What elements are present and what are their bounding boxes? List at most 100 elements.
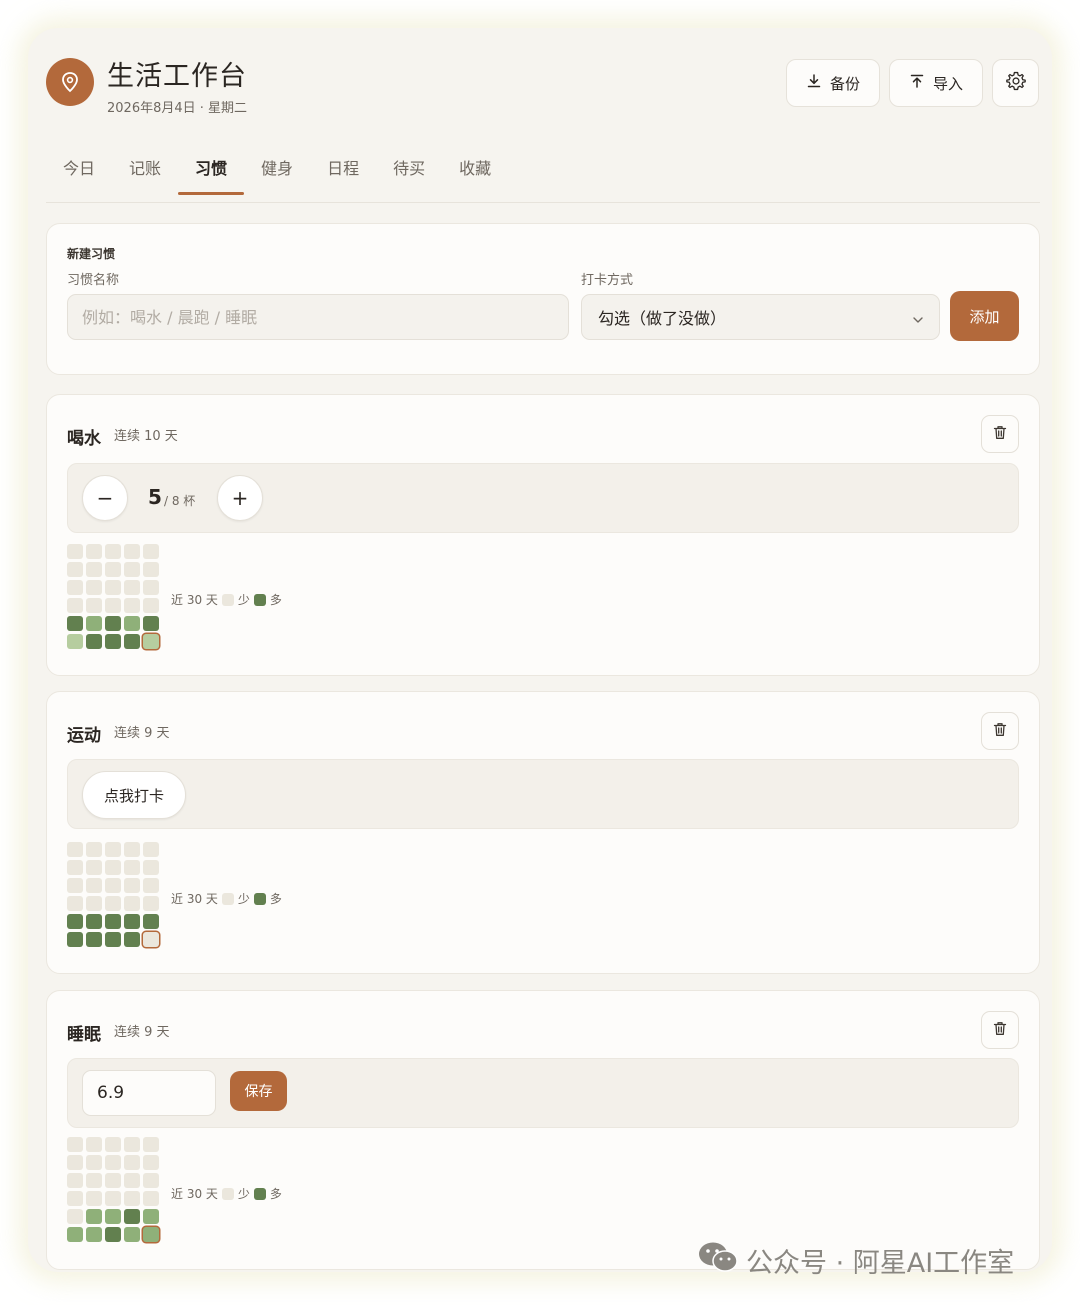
heatmap-cell-today (143, 1227, 159, 1242)
legend-swatch-more (253, 593, 266, 606)
heatmap-cell (105, 634, 121, 649)
check-mode-select[interactable]: 勾选（做了没做） (581, 294, 940, 340)
heatmap-cell (86, 580, 102, 595)
tab-accounting[interactable]: 记账 (112, 156, 178, 196)
habit-counter-panel: − 5 / 8 杯 + (67, 463, 1019, 533)
heatmap-cell (105, 1227, 121, 1242)
heatmap-cell (124, 932, 140, 947)
heatmap-cell (67, 580, 83, 595)
tab-shopping[interactable]: 待买 (376, 156, 442, 196)
heatmap-legend: 近 30 天 少 多 (171, 890, 282, 907)
tab-schedule[interactable]: 日程 (310, 156, 376, 196)
import-label: 导入 (932, 74, 963, 93)
delete-habit-button[interactable] (981, 1011, 1019, 1049)
legend-swatch-less (221, 593, 234, 606)
heatmap-cell (105, 1209, 121, 1224)
heatmap-cell (67, 860, 83, 875)
heatmap-cell (143, 1173, 159, 1188)
delete-habit-button[interactable] (981, 712, 1019, 750)
heatmap-cell (105, 544, 121, 559)
heatmap-cell (86, 914, 102, 929)
check-mode-value: 勾选（做了没做） (598, 309, 727, 328)
heatmap-cell (67, 1209, 83, 1224)
habit-name-label: 习惯名称 (67, 273, 120, 288)
upload-icon (909, 73, 925, 93)
legend-range: 近 30 天 (171, 1187, 218, 1201)
heatmap-cell (86, 634, 102, 649)
heatmap-cell (143, 842, 159, 857)
heatmap-cell (105, 896, 121, 911)
heatmap-cell-today (143, 634, 159, 649)
heatmap-cell (105, 914, 121, 929)
heatmap-cell (67, 1173, 83, 1188)
save-button[interactable]: 保存 (230, 1071, 287, 1111)
check-in-button[interactable]: 点我打卡 (82, 771, 187, 819)
tab-bar: 今日 记账 习惯 健身 日程 待买 收藏 (46, 156, 508, 196)
heatmap-cell (143, 598, 159, 613)
heatmap-cell (86, 842, 102, 857)
heatmap-cell (143, 1191, 159, 1206)
wechat-icon (698, 1240, 738, 1281)
habit-streak: 连续 10 天 (114, 429, 178, 444)
import-button[interactable]: 导入 (889, 59, 983, 107)
legend-swatch-less (221, 1187, 234, 1200)
heatmap-cell (105, 1173, 121, 1188)
heatmap (67, 1137, 159, 1242)
heatmap-cell (124, 580, 140, 595)
trash-icon (993, 1021, 1007, 1040)
legend-swatch-less (221, 892, 234, 905)
tab-fitness[interactable]: 健身 (244, 156, 310, 196)
heatmap-cell (124, 598, 140, 613)
legend-range: 近 30 天 (171, 892, 218, 906)
sleep-hours-input[interactable] (82, 1070, 216, 1116)
legend-less: 少 (237, 892, 250, 906)
heatmap-cell (143, 616, 159, 631)
heatmap-cell (105, 616, 121, 631)
settings-button[interactable] (992, 59, 1039, 107)
heatmap-cell (86, 598, 102, 613)
heatmap-legend: 近 30 天 少 多 (171, 1185, 282, 1202)
heatmap-cell (124, 544, 140, 559)
heatmap-cell (67, 896, 83, 911)
habit-name: 喝水 (67, 429, 101, 449)
heatmap-cell (67, 842, 83, 857)
legend-range: 近 30 天 (171, 593, 218, 607)
heatmap-cell (124, 634, 140, 649)
legend-more: 多 (269, 593, 282, 607)
heatmap-cell (67, 1227, 83, 1242)
increment-button[interactable]: + (217, 475, 263, 521)
heatmap-cell (124, 914, 140, 929)
heatmap-cell (124, 896, 140, 911)
tab-habits[interactable]: 习惯 (178, 156, 245, 196)
heatmap-cell (143, 896, 159, 911)
habit-name-input[interactable] (67, 294, 569, 340)
heatmap-cell (105, 1137, 121, 1152)
heatmap-cell (105, 860, 121, 875)
heatmap-cell (67, 878, 83, 893)
heatmap-cell (105, 932, 121, 947)
legend-swatch-more (253, 892, 266, 905)
watermark-text: 公众号 · 阿星AI工作室 (746, 1248, 1015, 1279)
add-habit-button[interactable]: 添加 (950, 291, 1019, 341)
heatmap-cell (67, 1191, 83, 1206)
heatmap-cell (124, 878, 140, 893)
heatmap-cell (143, 1137, 159, 1152)
new-habit-title: 新建习惯 (67, 247, 116, 261)
heatmap-cell (124, 1137, 140, 1152)
tab-today[interactable]: 今日 (46, 156, 112, 196)
habit-name: 睡眠 (67, 1025, 101, 1045)
heatmap-cell (124, 1209, 140, 1224)
habit-name: 运动 (67, 726, 101, 746)
download-icon (806, 73, 822, 93)
delete-habit-button[interactable] (981, 415, 1019, 453)
heatmap-cell (143, 1209, 159, 1224)
backup-button[interactable]: 备份 (786, 59, 880, 107)
heatmap-cell (105, 562, 121, 577)
heatmap-cell (67, 634, 83, 649)
heatmap-cell (86, 932, 102, 947)
decrement-button[interactable]: − (82, 475, 128, 521)
heatmap-cell (67, 932, 83, 947)
heatmap-cell (143, 580, 159, 595)
heatmap-cell (105, 580, 121, 595)
tab-favorites[interactable]: 收藏 (442, 156, 508, 196)
